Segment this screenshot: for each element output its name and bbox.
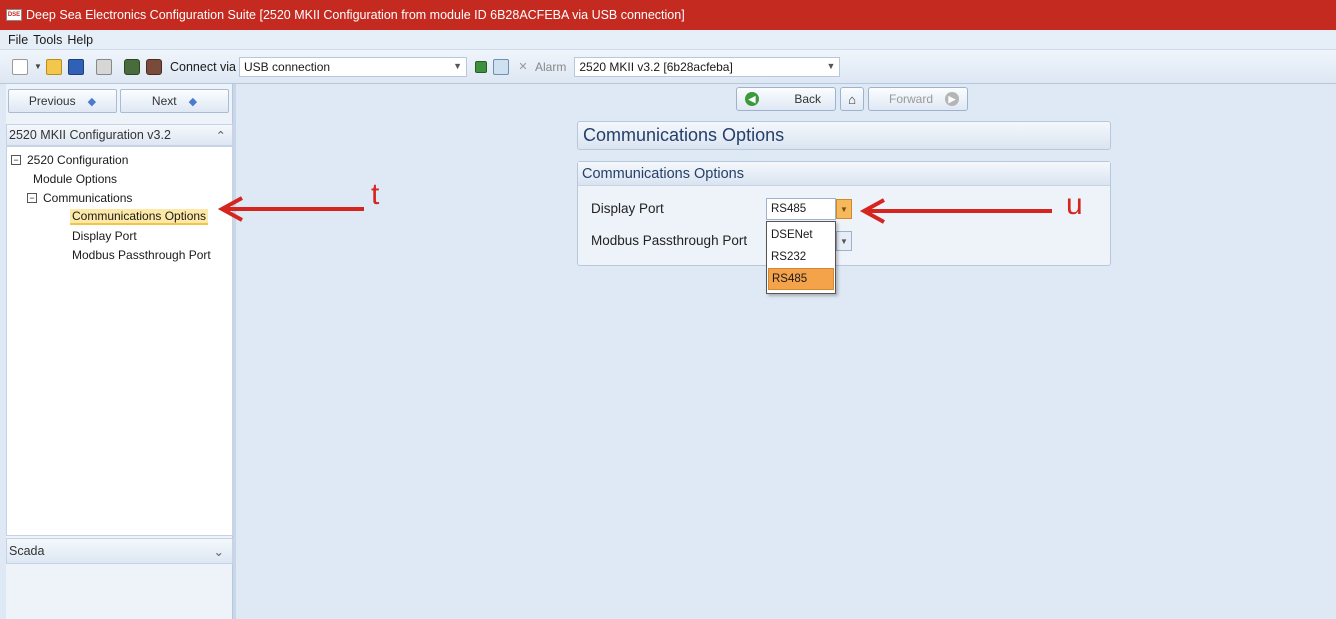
display-port-select[interactable]: RS485 — [766, 198, 836, 220]
tree-item-communications-options[interactable]: Communications Options — [7, 207, 232, 226]
tree-header-label: 2520 MKII Configuration v3.2 — [9, 128, 171, 142]
tree-item-label-selected: Communications Options — [70, 208, 209, 225]
annotation-letter-t: t — [371, 178, 380, 211]
arrow-left-icon: ◆ — [87, 95, 97, 108]
toolbar: ▼ Connect via USB connection ▼ ✕ Alarm 2… — [0, 50, 1336, 84]
display-port-value: RS485 — [771, 203, 807, 215]
option-dsenet[interactable]: DSENet — [768, 224, 834, 246]
chevron-down-icon: ▼ — [840, 204, 848, 214]
forward-arrow-icon: ▶ — [945, 92, 959, 106]
menu-tools[interactable]: Tools — [33, 33, 62, 47]
previous-label: Previous — [28, 94, 76, 108]
group-title: Communications Options — [578, 162, 1110, 186]
display-port-dropdown-button[interactable]: ▼ — [836, 199, 852, 219]
module-value: 2520 MKII v3.2 [6b28acfeba] — [579, 59, 733, 74]
tree-item-label: Module Options — [33, 171, 118, 186]
next-button[interactable]: Next ◆ — [120, 89, 229, 113]
disconnect-icon[interactable] — [146, 58, 162, 75]
tree-item-display-port[interactable]: Display Port — [7, 226, 232, 245]
window-title: Deep Sea Electronics Configuration Suite… — [26, 8, 685, 22]
display-port-options: DSENet RS232 RS485 — [766, 221, 836, 294]
status-led-icon[interactable] — [475, 60, 488, 73]
home-button[interactable]: ⌂ — [840, 87, 864, 111]
annotation-arrow-u — [859, 198, 1052, 224]
connection-select[interactable]: USB connection ▼ — [239, 56, 468, 77]
page-title: Communications Options — [577, 121, 1111, 150]
back-arrow-icon: ◀ — [745, 92, 759, 106]
print-icon[interactable] — [96, 58, 112, 75]
new-file-icon[interactable] — [12, 58, 28, 75]
menu-bar: File Tools Help — [0, 30, 1336, 50]
menu-file[interactable]: File — [8, 33, 28, 47]
arrow-right-icon: ◆ — [188, 95, 198, 108]
tree-header[interactable]: 2520 MKII Configuration v3.2 ⌃ — [6, 124, 233, 146]
app-icon: DSE — [6, 9, 22, 21]
connect-icon[interactable] — [124, 58, 140, 75]
chevron-down-icon[interactable]: ▼ — [34, 62, 42, 71]
tree-item-label: 2520 Configuration — [27, 152, 129, 167]
previous-button[interactable]: Previous ◆ — [8, 89, 117, 113]
annotation-letter-u: u — [1066, 188, 1083, 221]
tree-item-label: Communications — [43, 190, 133, 205]
alarm-icon[interactable]: ✕ — [515, 59, 531, 75]
tree-item-module-options[interactable]: Module Options — [7, 169, 232, 188]
scada-chart-icon[interactable] — [493, 58, 510, 75]
tree-item-label: Modbus Passthrough Port — [72, 247, 211, 262]
open-folder-icon[interactable] — [46, 58, 62, 75]
save-icon[interactable] — [68, 58, 84, 75]
connection-value: USB connection — [244, 59, 331, 74]
connect-via-label: Connect via — [170, 59, 237, 74]
collapse-icon[interactable]: − — [11, 154, 21, 165]
expand-icon[interactable]: ⌄ — [214, 544, 224, 559]
back-button[interactable]: ◀ Back — [736, 87, 836, 111]
alarm-label[interactable]: Alarm — [535, 60, 566, 74]
scada-header[interactable]: Scada ⌄ — [6, 538, 233, 564]
tree-item-root[interactable]: − 2520 Configuration — [7, 150, 232, 169]
left-pane: Previous ◆ Next ◆ 2520 MKII Configuratio… — [6, 84, 233, 619]
tree-item-communications[interactable]: − Communications — [7, 188, 232, 207]
pane-splitter[interactable] — [233, 84, 236, 619]
chevron-down-icon: ▼ — [453, 60, 463, 71]
option-rs485[interactable]: RS485 — [768, 268, 834, 290]
page-navigation: ◀ Back ⌂ Forward ▶ — [736, 87, 968, 111]
menu-help[interactable]: Help — [67, 33, 93, 47]
home-icon: ⌂ — [848, 91, 856, 107]
nav-buttons: Previous ◆ Next ◆ — [8, 89, 229, 113]
tree-item-label: Display Port — [72, 228, 137, 243]
title-bar: DSE Deep Sea Electronics Configuration S… — [0, 0, 1336, 30]
chevron-down-icon: ▼ — [840, 236, 848, 246]
forward-label: Forward — [889, 92, 934, 106]
display-port-label: Display Port — [591, 201, 664, 216]
option-rs232[interactable]: RS232 — [768, 246, 834, 268]
annotation-arrow-t — [217, 196, 364, 222]
scada-label: Scada — [9, 544, 45, 558]
collapse-icon[interactable]: − — [27, 192, 37, 203]
modbus-passthrough-port-label: Modbus Passthrough Port — [591, 233, 748, 248]
config-tree: − 2520 Configuration Module Options − Co… — [6, 146, 233, 536]
collapse-icon[interactable]: ⌃ — [216, 128, 226, 143]
modbus-dropdown-button[interactable]: ▼ — [836, 231, 852, 251]
forward-button[interactable]: Forward ▶ — [868, 87, 968, 111]
tree-item-modbus-passthrough-port[interactable]: Modbus Passthrough Port — [7, 245, 232, 264]
back-label: Back — [794, 92, 821, 106]
chevron-down-icon: ▼ — [826, 60, 836, 71]
module-select[interactable]: 2520 MKII v3.2 [6b28acfeba] ▼ — [574, 56, 841, 77]
next-label: Next — [151, 94, 177, 108]
